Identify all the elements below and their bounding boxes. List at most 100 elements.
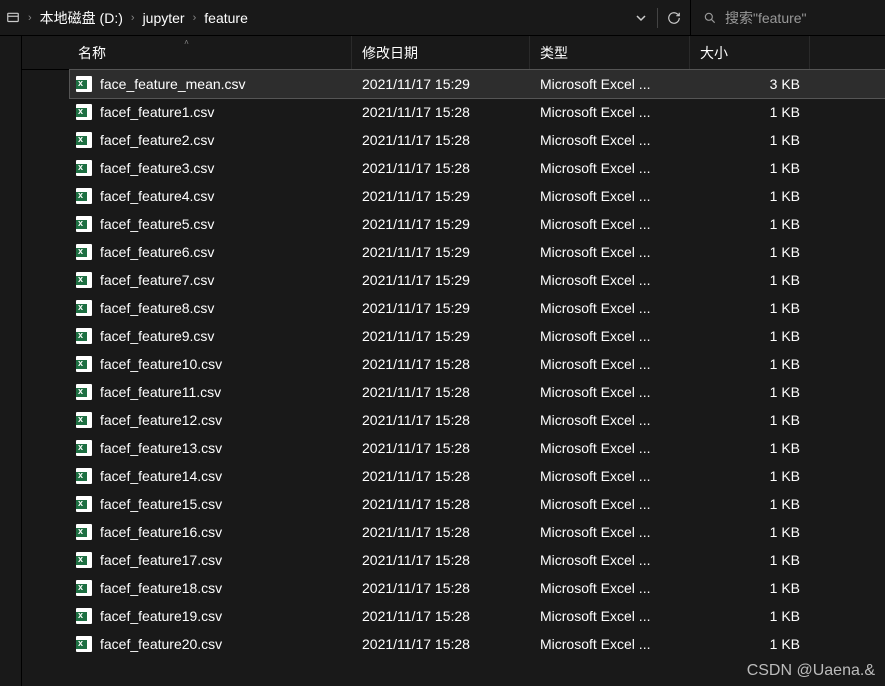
cell-date: 2021/11/17 15:28 (352, 636, 530, 652)
cell-type: Microsoft Excel ... (530, 524, 690, 540)
file-name: facef_feature10.csv (100, 356, 222, 372)
excel-file-icon (76, 384, 92, 400)
excel-file-icon (76, 356, 92, 372)
cell-date: 2021/11/17 15:28 (352, 552, 530, 568)
header-date[interactable]: 修改日期 (352, 36, 530, 69)
header-name[interactable]: 名称 ˄ (22, 36, 352, 69)
file-name: facef_feature3.csv (100, 160, 214, 176)
search-icon (703, 11, 717, 25)
excel-file-icon (76, 524, 92, 540)
cell-size: 1 KB (690, 412, 810, 428)
breadcrumb-item[interactable]: 本地磁盘 (D:) (34, 8, 129, 28)
cell-size: 1 KB (690, 552, 810, 568)
table-row[interactable]: facef_feature15.csv2021/11/17 15:28Micro… (70, 490, 885, 518)
file-name: facef_feature4.csv (100, 188, 214, 204)
table-row[interactable]: facef_feature19.csv2021/11/17 15:28Micro… (70, 602, 885, 630)
table-row[interactable]: facef_feature13.csv 2021/11/17 15:28Micro… (70, 434, 885, 462)
table-row[interactable]: facef_feature3.csv2021/11/17 15:28Micros… (70, 154, 885, 182)
refresh-button[interactable] (658, 0, 690, 35)
cell-type: Microsoft Excel ... (530, 496, 690, 512)
cell-name: facef_feature17.csv (70, 552, 352, 568)
cell-name: facef_feature14.csv (70, 468, 352, 484)
cell-size: 1 KB (690, 496, 810, 512)
cell-name: facef_feature8.csv (70, 300, 352, 316)
cell-type: Microsoft Excel ... (530, 272, 690, 288)
cell-date: 2021/11/17 15:28 (352, 160, 530, 176)
excel-file-icon (76, 496, 92, 512)
file-name: facef_feature2.csv (100, 132, 214, 148)
cell-type: Microsoft Excel ... (530, 300, 690, 316)
cell-date: 2021/11/17 15:28 (352, 440, 530, 456)
breadcrumb-item[interactable]: jupyter (137, 10, 191, 26)
table-row[interactable]: facef_feature1.csv2021/11/17 15:28Micros… (70, 98, 885, 126)
cell-date: 2021/11/17 15:28 (352, 356, 530, 372)
table-row[interactable]: facef_feature14.csv2021/11/17 15:28Micro… (70, 462, 885, 490)
table-row[interactable]: facef_feature6.csv2021/11/17 15:29Micros… (70, 238, 885, 266)
table-row[interactable]: facef_feature11.csv2021/11/17 15:28Micro… (70, 378, 885, 406)
table-row[interactable]: facef_feature16.csv 2021/11/17 15:28Micro… (70, 518, 885, 546)
cell-type: Microsoft Excel ... (530, 440, 690, 456)
cell-size: 1 KB (690, 356, 810, 372)
cell-name: facef_feature20.csv (70, 636, 352, 652)
excel-file-icon (76, 608, 92, 624)
file-name: facef_feature11.csv (100, 384, 221, 400)
table-row[interactable]: facef_feature2.csv2021/11/17 15:28Micros… (70, 126, 885, 154)
cell-date: 2021/11/17 15:28 (352, 412, 530, 428)
table-row[interactable]: facef_feature20.csv2021/11/17 15:28Micro… (70, 630, 885, 658)
search-input[interactable] (725, 10, 875, 26)
file-name: facef_feature9.csv (100, 328, 214, 344)
folder-icon (4, 9, 22, 27)
cell-type: Microsoft Excel ... (530, 412, 690, 428)
excel-file-icon (76, 104, 92, 120)
table-row[interactable]: facef_feature17.csv2021/11/17 15:28Micro… (70, 546, 885, 574)
file-name: facef_feature19.csv (100, 608, 222, 624)
breadcrumb[interactable]: › 本地磁盘 (D:) › jupyter › feature (0, 0, 625, 35)
cell-size: 1 KB (690, 636, 810, 652)
breadcrumb-item[interactable]: feature (198, 10, 254, 26)
table-row[interactable]: facef_feature18.csv2021/11/17 15:28Micro… (70, 574, 885, 602)
cell-size: 1 KB (690, 300, 810, 316)
search-box[interactable] (690, 0, 885, 35)
excel-file-icon (76, 188, 92, 204)
cell-name: facef_feature12.csv (70, 412, 352, 428)
table-row[interactable]: facef_feature4.csv2021/11/17 15:29Micros… (70, 182, 885, 210)
chevron-right-icon: › (26, 12, 34, 24)
sort-indicator-icon: ˄ (184, 38, 189, 47)
excel-file-icon (76, 440, 92, 456)
table-row[interactable]: facef_feature8.csv 2021/11/17 15:29Micros… (70, 294, 885, 322)
cell-size: 3 KB (690, 76, 810, 92)
table-row[interactable]: facef_feature7.csv2021/11/17 15:29Micros… (70, 266, 885, 294)
file-name: facef_feature13.csv (100, 440, 222, 456)
header-type[interactable]: 类型 (530, 36, 690, 69)
table-row[interactable]: face_feature_mean.csv2021/11/17 15:29Mic… (70, 70, 885, 98)
cell-name: facef_feature19.csv (70, 608, 352, 624)
table-row[interactable]: facef_feature10.csv 2021/11/17 15:28Micro… (70, 350, 885, 378)
table-row[interactable]: facef_feature9.csv 2021/11/17 15:29Micros… (70, 322, 885, 350)
file-name: facef_feature16.csv (100, 524, 222, 540)
file-name: facef_feature8.csv (100, 300, 214, 316)
cell-date: 2021/11/17 15:29 (352, 216, 530, 232)
cell-name: facef_feature6.csv (70, 244, 352, 260)
cell-date: 2021/11/17 15:29 (352, 188, 530, 204)
table-row[interactable]: facef_feature12.csv2021/11/17 15:28Micro… (70, 406, 885, 434)
dropdown-button[interactable] (625, 0, 657, 35)
cell-type: Microsoft Excel ... (530, 356, 690, 372)
cell-date: 2021/11/17 15:28 (352, 524, 530, 540)
cell-date: 2021/11/17 15:28 (352, 468, 530, 484)
excel-file-icon (76, 132, 92, 148)
cell-size: 1 KB (690, 524, 810, 540)
cell-size: 1 KB (690, 216, 810, 232)
file-name: facef_feature6.csv (100, 244, 214, 260)
cell-date: 2021/11/17 15:28 (352, 580, 530, 596)
cell-type: Microsoft Excel ... (530, 328, 690, 344)
cell-date: 2021/11/17 15:29 (352, 300, 530, 316)
cell-name: facef_feature16.csv (70, 524, 352, 540)
nav-sidebar[interactable] (0, 36, 22, 686)
cell-date: 2021/11/17 15:29 (352, 76, 530, 92)
excel-file-icon (76, 300, 92, 316)
cell-type: Microsoft Excel ... (530, 216, 690, 232)
cell-date: 2021/11/17 15:29 (352, 328, 530, 344)
table-row[interactable]: facef_feature5.csv2021/11/17 15:29Micros… (70, 210, 885, 238)
header-size[interactable]: 大小 (690, 36, 810, 69)
excel-file-icon (76, 636, 92, 652)
